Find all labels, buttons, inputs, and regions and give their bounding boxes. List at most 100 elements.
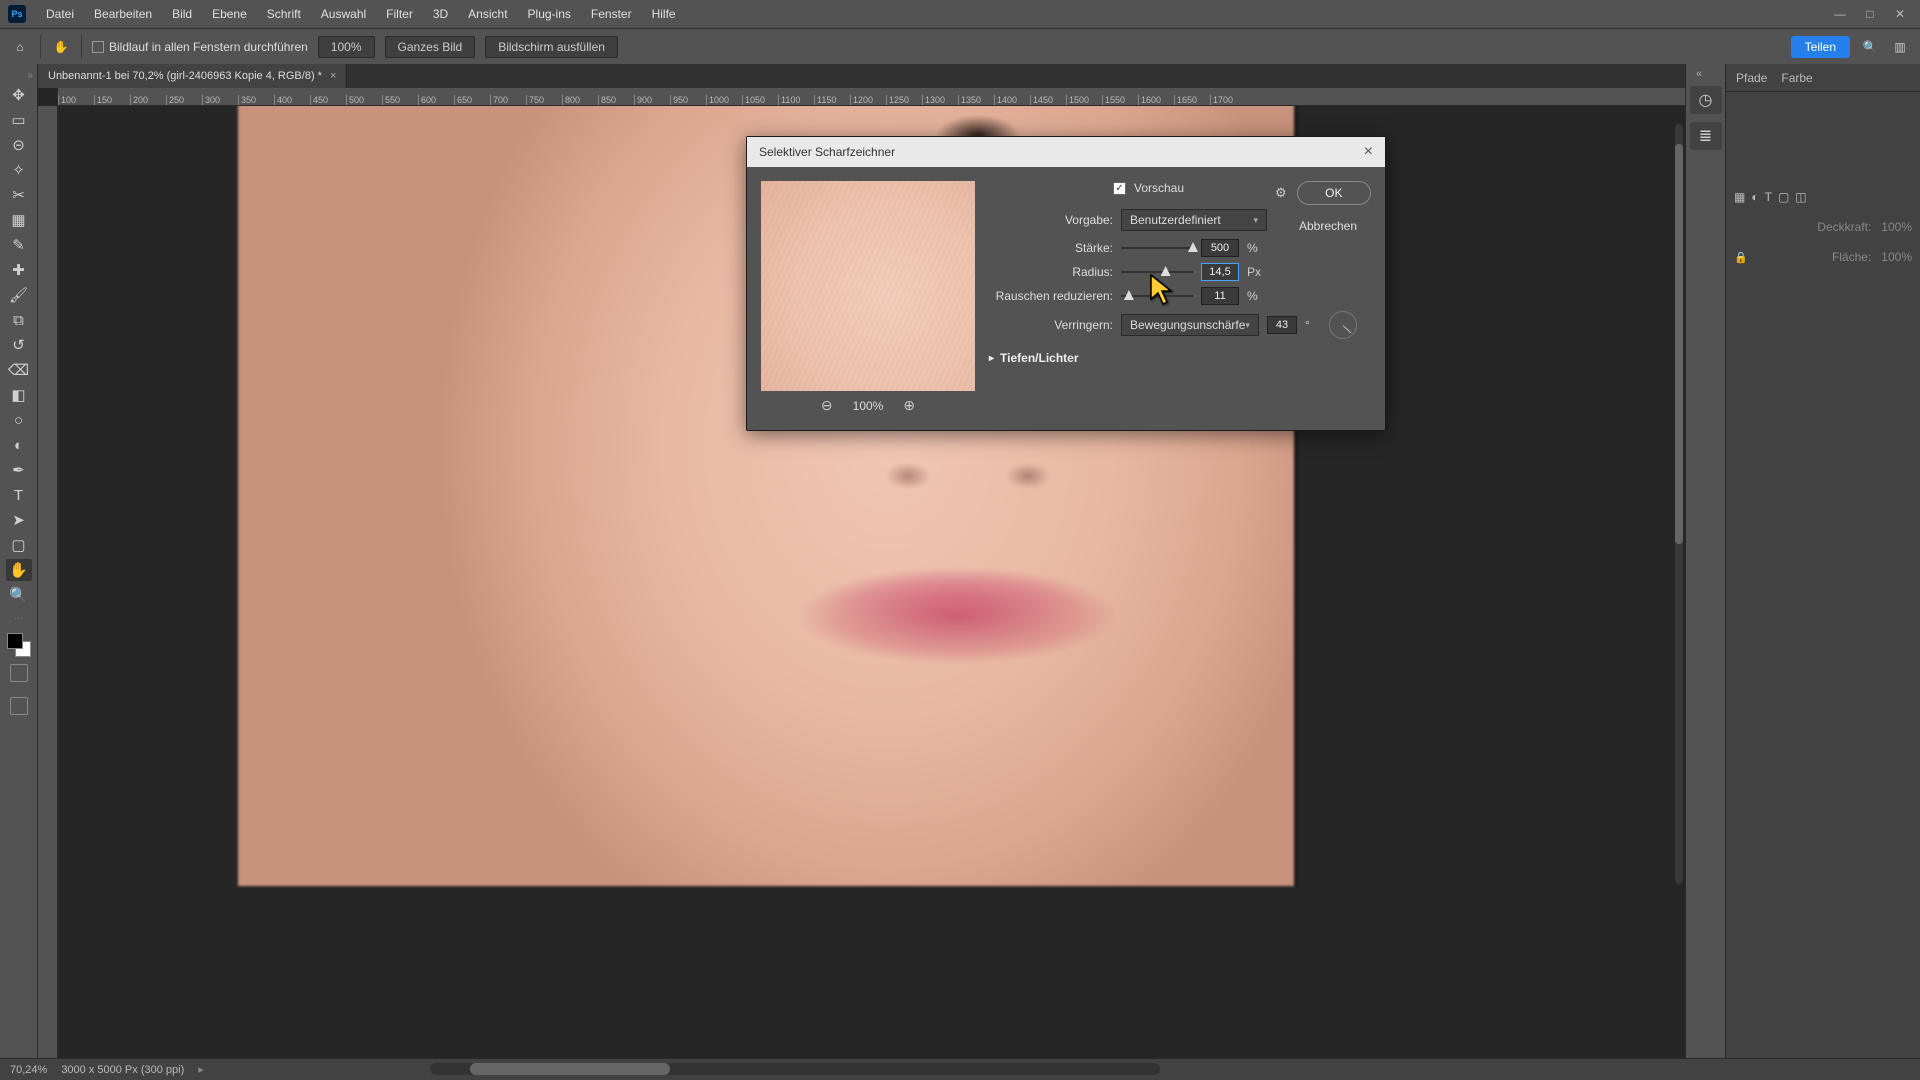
fill-value[interactable]: 100% [1881,250,1912,264]
lock-all-icon[interactable]: 🔒 [1734,251,1748,264]
shadows-highlights-disclosure[interactable]: ▸ Tiefen/Lichter [989,351,1371,365]
healing-brush-tool[interactable]: ✚ [6,259,32,281]
quick-mask-button[interactable] [10,664,28,682]
filter-smart-icon[interactable]: ◫ [1795,190,1806,204]
history-panel-icon[interactable]: ◷ [1690,86,1722,114]
shape-tool[interactable]: ▢ [6,534,32,556]
canvas-scrollbar-vertical[interactable] [1675,124,1683,884]
preset-dropdown[interactable]: Benutzerdefiniert ▾ [1121,209,1267,231]
menu-help[interactable]: Hilfe [642,7,686,21]
toolbar-collapse-icon[interactable]: » [27,70,33,81]
radius-input[interactable]: 14,5 [1201,263,1239,281]
status-zoom[interactable]: 70,24% [10,1064,47,1076]
search-icon[interactable]: 🔍 [1860,37,1880,57]
paths-tab[interactable]: Pfade [1736,71,1767,85]
clone-stamp-tool[interactable]: ⧉ [6,309,32,331]
filter-pixel-icon[interactable]: ▦ [1734,190,1745,204]
shadows-highlights-label: Tiefen/Lichter [1000,351,1078,365]
menu-layer[interactable]: Ebene [202,7,257,21]
zoom-100-button[interactable]: 100% [318,36,375,58]
color-tab[interactable]: Farbe [1781,71,1812,85]
status-doc-info[interactable]: 3000 x 5000 Px (300 ppi) [61,1064,184,1076]
move-tool[interactable]: ✥ [6,84,32,106]
preview-checkbox[interactable]: ✓ [1113,182,1126,195]
scroll-all-windows-checkbox[interactable]: Bildlauf in allen Fenstern durchführen [92,40,308,54]
cancel-button[interactable]: Abbrechen [1285,215,1371,237]
noise-input[interactable]: 11 [1201,287,1239,305]
zoom-in-icon[interactable]: ⊕ [903,397,915,414]
menu-filter[interactable]: Filter [376,7,423,21]
amount-label: Stärke: [989,241,1113,255]
fit-screen-button[interactable]: Ganzes Bild [385,36,476,58]
menu-image[interactable]: Bild [162,7,202,21]
layer-filter-row: ▦ ◐ T ▢ ◫ [1726,182,1920,212]
hand-tool-icon[interactable]: ✋ [51,37,71,57]
menu-edit[interactable]: Bearbeiten [84,7,162,21]
menu-window[interactable]: Fenster [581,7,642,21]
marquee-tool[interactable]: ▭ [6,109,32,131]
dialog-settings-icon[interactable]: ⚙ [1275,185,1287,201]
noise-slider[interactable] [1121,289,1193,303]
chevron-down-icon: ▾ [1253,215,1258,226]
properties-panel-icon[interactable]: ≣ [1690,122,1722,150]
type-tool[interactable]: T [6,484,32,506]
vertical-ruler[interactable] [38,106,58,1058]
hand-tool[interactable]: ✋ [6,559,32,581]
document-tab-close-icon[interactable]: × [330,70,336,82]
tools-panel: » ✥ ▭ ⊝ ✧ ✂ ▦ ✎ ✚ 🖌 ⧉ ↺ ⌫ ◧ ○ ◐ ✒ T ➤ ▢ … [0,64,38,1058]
radius-slider[interactable] [1121,265,1193,279]
color-swatch[interactable] [7,633,31,657]
dodge-tool[interactable]: ◐ [6,434,32,456]
eyedropper-tool[interactable]: ✎ [6,234,32,256]
amount-input[interactable]: 500 [1201,239,1239,257]
filter-type-icon[interactable]: T [1765,190,1772,204]
panel-tabs: Pfade Farbe [1726,64,1920,92]
zoom-out-icon[interactable]: ⊖ [821,397,833,414]
dock-collapse-icon[interactable]: « [1696,68,1702,80]
window-minimize-button[interactable]: — [1828,7,1852,21]
filter-adjustment-icon[interactable]: ◐ [1751,190,1758,204]
angle-input[interactable]: 43 [1267,316,1297,334]
menu-file[interactable]: Datei [36,7,84,21]
ok-button[interactable]: OK [1297,181,1371,205]
lasso-tool[interactable]: ⊝ [6,134,32,156]
screen-mode-button[interactable] [10,697,28,715]
menu-plugins[interactable]: Plug-ins [518,7,581,21]
fill-screen-button[interactable]: Bildschirm ausfüllen [485,36,618,58]
window-restore-button[interactable]: □ [1858,7,1882,21]
foreground-color-swatch[interactable] [7,633,23,649]
history-brush-tool[interactable]: ↺ [6,334,32,356]
workspace-switcher-icon[interactable]: ▥ [1890,37,1910,57]
status-disclosure-icon[interactable]: ▸ [198,1063,204,1076]
gradient-tool[interactable]: ◧ [6,384,32,406]
frame-tool[interactable]: ▦ [6,209,32,231]
filter-shape-icon[interactable]: ▢ [1778,190,1789,204]
status-scrollbar[interactable] [430,1063,1160,1075]
horizontal-ruler[interactable]: 1001502002503003504004505005506006507007… [58,88,1685,106]
zoom-tool[interactable]: 🔍 [6,584,32,606]
opacity-value[interactable]: 100% [1881,220,1912,234]
dialog-close-button[interactable]: × [1364,143,1373,161]
home-icon[interactable]: ⌂ [10,37,30,57]
dialog-titlebar[interactable]: Selektiver Scharfzeichner × [747,137,1385,167]
dialog-preview-image[interactable] [761,181,975,391]
path-selection-tool[interactable]: ➤ [6,509,32,531]
menu-type[interactable]: Schrift [257,7,311,21]
blend-mode-dropdown[interactable] [1734,220,1807,234]
pen-tool[interactable]: ✒ [6,459,32,481]
brush-tool[interactable]: 🖌 [6,284,32,306]
menu-3d[interactable]: 3D [423,7,458,21]
menu-select[interactable]: Auswahl [311,7,376,21]
share-button[interactable]: Teilen [1791,36,1850,58]
document-tab[interactable]: Unbenannt-1 bei 70,2% (girl-2406963 Kopi… [38,64,347,88]
crop-tool[interactable]: ✂ [6,184,32,206]
remove-dropdown[interactable]: Bewegungsunschärfe ▾ [1121,314,1259,336]
edit-toolbar-icon[interactable]: ⋯ [14,613,24,624]
window-close-button[interactable]: ✕ [1888,7,1912,21]
eraser-tool[interactable]: ⌫ [6,359,32,381]
amount-slider[interactable] [1121,241,1193,255]
angle-dial[interactable] [1329,311,1357,339]
menu-view[interactable]: Ansicht [458,7,517,21]
magic-wand-tool[interactable]: ✧ [6,159,32,181]
blur-tool[interactable]: ○ [6,409,32,431]
